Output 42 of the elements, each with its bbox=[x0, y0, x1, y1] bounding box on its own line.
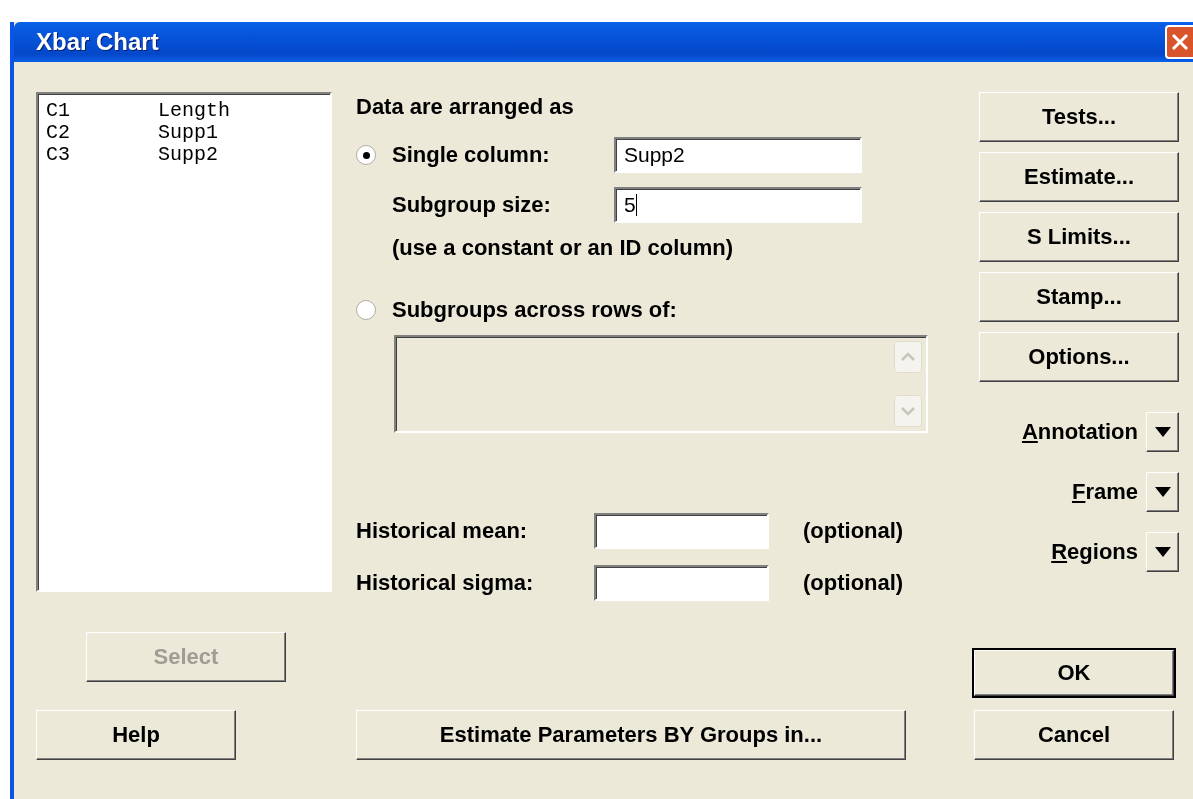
input-field[interactable]: 5 bbox=[614, 187, 862, 223]
field-label: Historical sigma: bbox=[356, 570, 535, 596]
input-field[interactable] bbox=[594, 513, 769, 549]
dialog-button[interactable]: Estimate... bbox=[979, 152, 1179, 202]
column-id[interactable]: C3 bbox=[46, 144, 158, 166]
dialog-button[interactable]: S Limits... bbox=[979, 212, 1179, 262]
input-field[interactable]: Supp2 bbox=[614, 137, 862, 173]
dropdown-button[interactable] bbox=[1146, 412, 1179, 452]
ok-button[interactable]: OK bbox=[974, 650, 1174, 696]
optional-note: (optional) bbox=[803, 570, 904, 596]
dialog-button[interactable]: Tests... bbox=[979, 92, 1179, 142]
field-label: Historical mean: bbox=[356, 518, 529, 544]
dialog-button[interactable]: Stamp... bbox=[979, 272, 1179, 322]
radio-button[interactable] bbox=[356, 145, 376, 165]
dropdown-button[interactable] bbox=[1146, 472, 1179, 512]
close-button[interactable] bbox=[1165, 25, 1193, 59]
column-name[interactable]: Supp1 bbox=[158, 122, 218, 144]
cancel-button[interactable]: Cancel bbox=[974, 710, 1174, 760]
column-id[interactable]: C1 bbox=[46, 100, 158, 122]
window-title: Xbar Chart bbox=[36, 28, 159, 56]
dropdown-label: Annotation bbox=[1021, 419, 1138, 445]
field-label: Single column: bbox=[392, 142, 551, 168]
option-label: Subgroups across rows of: bbox=[392, 297, 677, 323]
caret-icon bbox=[1154, 547, 1171, 557]
variable-list[interactable]: C1 Length C2 Supp1 C3 Supp2 bbox=[36, 92, 332, 592]
hint-text: (use a constant or an ID column) bbox=[392, 235, 734, 260]
estimate-by-groups-button[interactable]: Estimate Parameters BY Groups in... bbox=[356, 710, 906, 760]
caret-icon bbox=[1154, 427, 1171, 437]
dropdown-label: Regions bbox=[1051, 539, 1138, 565]
close-icon bbox=[1170, 32, 1190, 52]
column-name[interactable]: Length bbox=[158, 100, 230, 122]
dialog-button[interactable]: Options... bbox=[979, 332, 1179, 382]
dropdown-label: Frame bbox=[1071, 479, 1138, 505]
column-id[interactable]: C2 bbox=[46, 122, 158, 144]
field-label: Subgroup size: bbox=[392, 192, 552, 218]
column-name[interactable]: Supp2 bbox=[158, 144, 218, 166]
optional-note: (optional) bbox=[803, 518, 904, 544]
section-heading: Data are arranged as bbox=[356, 94, 574, 119]
input-field[interactable] bbox=[594, 565, 769, 601]
help-button[interactable]: Help bbox=[36, 710, 236, 760]
caret-icon bbox=[1154, 487, 1171, 497]
dropdown-button[interactable] bbox=[1146, 532, 1179, 572]
